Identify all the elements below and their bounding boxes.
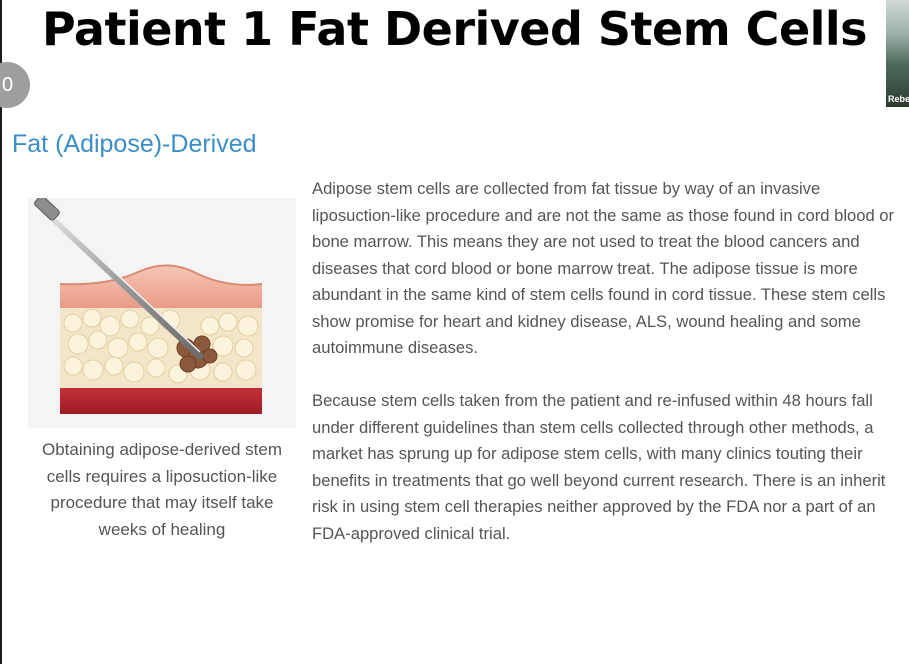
participant-name: Rebe xyxy=(888,94,909,104)
muscle-layer xyxy=(60,386,262,414)
illustration-caption: Obtaining adipose-derived stem cells req… xyxy=(41,440,283,539)
paragraph-1: Adipose stem cells are collected from fa… xyxy=(312,179,895,357)
slide-counter-text: 0 xyxy=(2,74,14,96)
paragraph-2: Because stem cells taken from the patien… xyxy=(312,391,886,543)
participant-video-thumbnail[interactable]: Rebe xyxy=(886,0,909,107)
liposuction-illustration xyxy=(28,195,296,428)
section-heading: Fat (Adipose)-Derived xyxy=(12,130,257,158)
body-text: Adipose stem cells are collected from fa… xyxy=(312,176,907,574)
slide-title: Patient 1 Fat Derived Stem Cells xyxy=(41,2,868,56)
slide-counter-badge[interactable]: 0 xyxy=(0,62,30,108)
